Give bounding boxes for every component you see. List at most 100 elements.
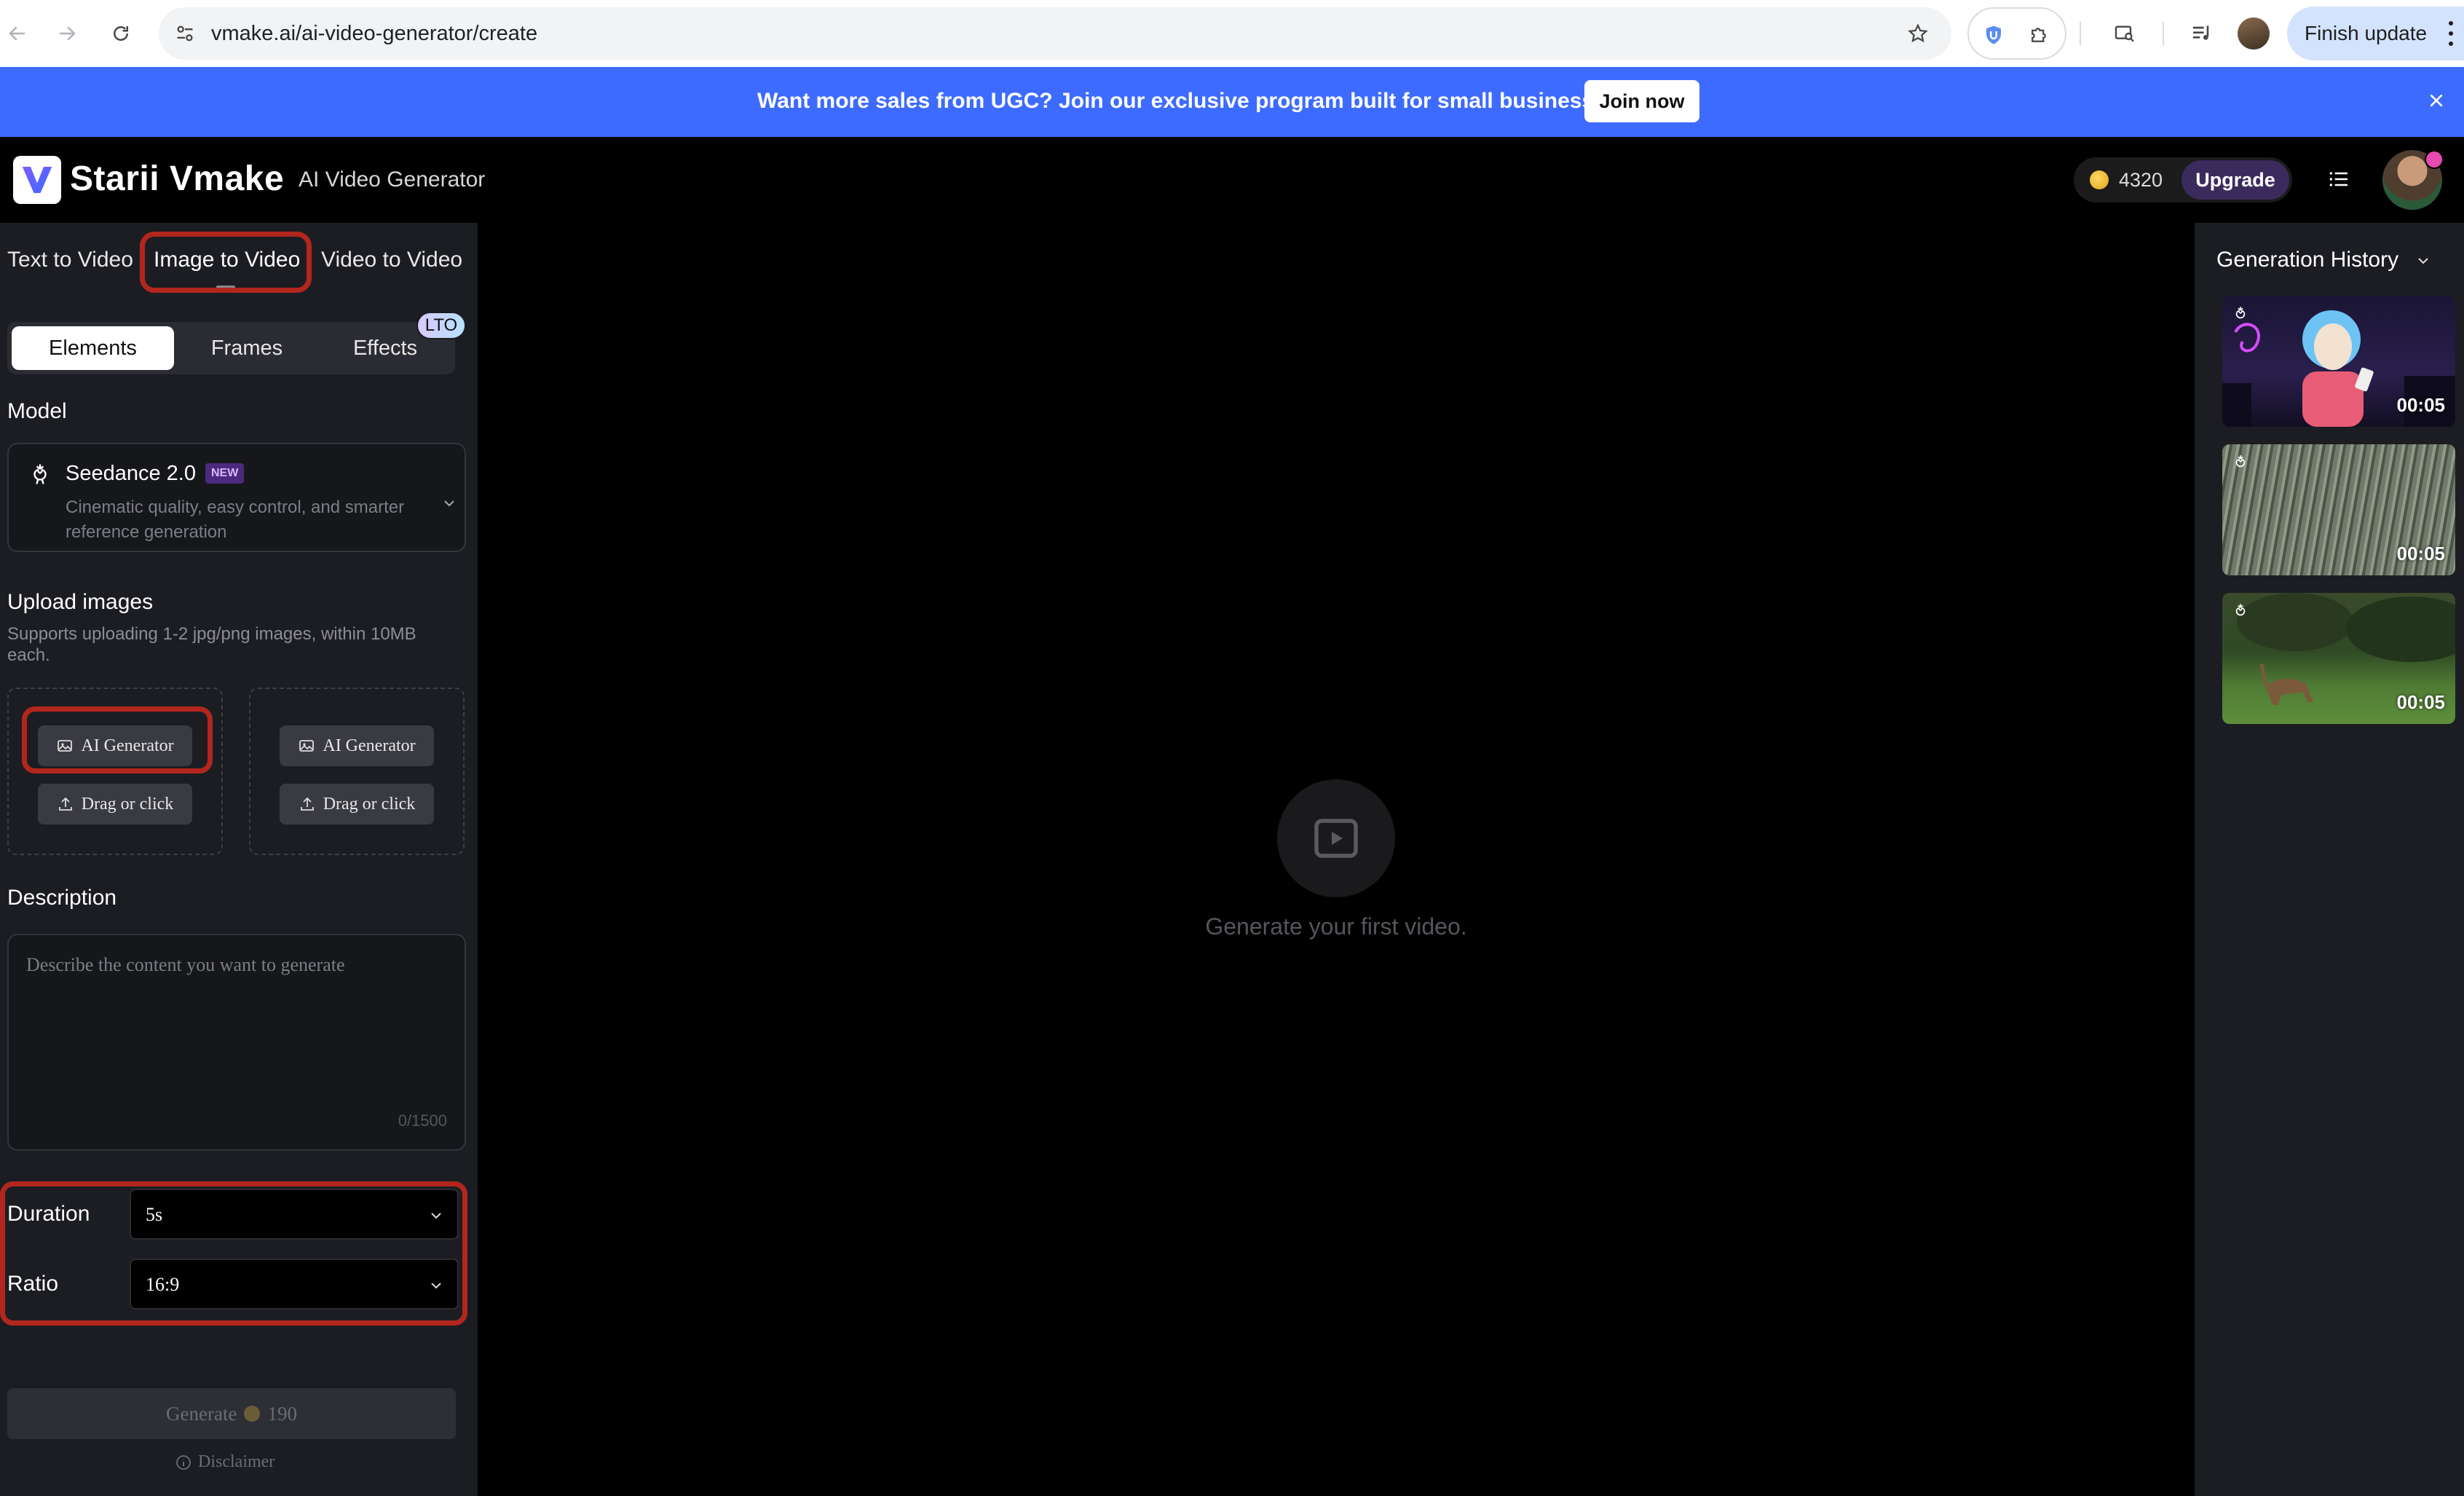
puzzle-extension-icon[interactable] bbox=[2024, 20, 2053, 50]
model-label: Model bbox=[7, 399, 67, 423]
promo-banner: Want more sales from UGC? Join our exclu… bbox=[0, 67, 2464, 137]
tab-elements[interactable]: Elements bbox=[12, 326, 174, 370]
credits-widget[interactable]: 4320 Upgrade bbox=[2074, 157, 2292, 202]
video-placeholder bbox=[1277, 779, 1395, 897]
join-now-button[interactable]: Join now bbox=[1584, 80, 1699, 122]
finish-update-button[interactable]: Finish update bbox=[2287, 7, 2464, 60]
brand-name[interactable]: Starii Vmake bbox=[70, 159, 284, 199]
generate-button[interactable]: Generate 190 bbox=[7, 1388, 456, 1439]
info-icon bbox=[176, 1454, 191, 1470]
promo-text: Want more sales from UGC? Join our exclu… bbox=[757, 89, 1619, 113]
upload-icon bbox=[300, 797, 314, 811]
ai-generator-button[interactable]: AI Generator bbox=[38, 725, 192, 766]
ai-generator-label: AI Generator bbox=[323, 736, 416, 755]
video-duration: 00:05 bbox=[2396, 394, 2446, 416]
duration-value: 5s bbox=[146, 1204, 163, 1225]
model-selector[interactable]: Seedance 2.0 NEW Cinematic quality, easy… bbox=[7, 443, 466, 552]
drag-or-click-label: Drag or click bbox=[81, 794, 174, 814]
finish-update-label: Finish update bbox=[2305, 22, 2428, 44]
tab-text-to-video[interactable]: Text to Video bbox=[7, 248, 133, 272]
app-header: Starii Vmake AI Video Generator 4320 Upg… bbox=[0, 137, 2464, 223]
tab-frames[interactable]: Frames bbox=[178, 326, 315, 370]
lto-badge: LTO bbox=[416, 312, 466, 339]
coin-icon bbox=[2090, 170, 2109, 189]
back-icon[interactable] bbox=[0, 16, 35, 51]
generate-label: Generate bbox=[166, 1402, 237, 1425]
description-input[interactable] bbox=[26, 954, 449, 1114]
character-count: 0/1500 bbox=[398, 1111, 447, 1130]
bookmark-star-icon[interactable] bbox=[1903, 19, 1932, 48]
coin-icon bbox=[244, 1406, 261, 1422]
chevron-down-icon[interactable] bbox=[438, 492, 460, 514]
browser-toolbar: vmake.ai/ai-video-generator/create Finis… bbox=[0, 0, 2464, 67]
model-description: Cinematic quality, easy control, and sma… bbox=[66, 497, 405, 542]
chevron-down-icon bbox=[425, 1275, 447, 1296]
seedance-logo-icon bbox=[2230, 600, 2251, 622]
chevron-down-icon[interactable] bbox=[2413, 251, 2433, 271]
profile-avatar[interactable] bbox=[2238, 17, 2270, 50]
chevron-down-icon bbox=[425, 1205, 447, 1227]
product-name: AI Video Generator bbox=[299, 168, 486, 192]
reload-icon[interactable] bbox=[103, 16, 138, 51]
vmake-logo-icon[interactable] bbox=[13, 156, 61, 204]
seedance-logo-icon bbox=[2230, 303, 2251, 325]
list-menu-icon[interactable] bbox=[2323, 163, 2355, 195]
ai-generator-button[interactable]: AI Generator bbox=[280, 725, 434, 766]
ratio-select[interactable]: 16:9 bbox=[130, 1259, 459, 1310]
history-title[interactable]: Generation History bbox=[2216, 248, 2398, 272]
upload-icon bbox=[58, 797, 72, 811]
history-thumbnail[interactable]: 00:05 bbox=[2222, 593, 2455, 724]
drag-or-click-button[interactable]: Drag or click bbox=[38, 784, 192, 824]
drag-or-click-label: Drag or click bbox=[323, 794, 416, 814]
video-duration: 00:05 bbox=[2396, 543, 2446, 564]
settings-panel: Text to Video Image to Video Video to Vi… bbox=[0, 223, 478, 1496]
duration-select[interactable]: 5s bbox=[130, 1189, 459, 1240]
upload-slot-1[interactable]: AI Generator Drag or click bbox=[7, 688, 223, 855]
generate-cost: 190 bbox=[267, 1402, 297, 1425]
tab-search-icon[interactable] bbox=[2109, 17, 2141, 50]
seedance-logo-icon bbox=[2230, 452, 2251, 473]
media-control-icon[interactable] bbox=[2186, 17, 2218, 50]
close-icon[interactable] bbox=[2422, 86, 2451, 115]
description-label: Description bbox=[7, 886, 117, 910]
credit-balance: 4320 bbox=[2119, 169, 2163, 191]
upload-hint: Supports uploading 1-2 jpg/png images, w… bbox=[7, 624, 416, 665]
image-icon bbox=[299, 740, 315, 752]
upload-slot-2[interactable]: AI Generator Drag or click bbox=[249, 688, 465, 855]
new-badge: NEW bbox=[205, 463, 245, 484]
site-settings-icon[interactable] bbox=[172, 20, 198, 47]
tab-image-to-video[interactable]: Image to Video bbox=[154, 248, 300, 272]
seedance-logo-icon bbox=[25, 459, 55, 489]
upload-images-label: Upload images bbox=[7, 590, 154, 614]
disclaimer-link[interactable]: Disclaimer bbox=[175, 1452, 275, 1472]
forward-icon[interactable] bbox=[50, 16, 84, 51]
model-name: Seedance 2.0 bbox=[66, 462, 196, 485]
play-video-icon bbox=[1314, 819, 1358, 858]
drag-or-click-button[interactable]: Drag or click bbox=[280, 784, 434, 824]
shield-extension-icon[interactable] bbox=[1979, 20, 2008, 50]
address-bar[interactable]: vmake.ai/ai-video-generator/create bbox=[159, 7, 1951, 60]
video-preview-area: Generate your first video. bbox=[478, 223, 2195, 1496]
image-icon bbox=[58, 740, 73, 752]
empty-state-text: Generate your first video. bbox=[1205, 913, 1467, 940]
duration-label: Duration bbox=[7, 1202, 90, 1226]
more-vert-icon bbox=[2448, 21, 2454, 46]
tab-video-to-video[interactable]: Video to Video bbox=[321, 248, 462, 272]
extensions-group bbox=[1967, 7, 2066, 60]
generation-history-panel: Generation History 00:05 00:05 00:05 bbox=[2195, 223, 2464, 1496]
history-thumbnail[interactable]: 00:05 bbox=[2222, 296, 2455, 427]
sub-tab-bar: Elements Frames Effects bbox=[7, 322, 455, 374]
member-badge-icon bbox=[2425, 150, 2444, 169]
description-box: 0/1500 bbox=[7, 934, 466, 1151]
active-tab-indicator bbox=[216, 286, 235, 288]
ratio-value: 16:9 bbox=[146, 1274, 180, 1295]
toolbar-divider bbox=[2080, 22, 2081, 45]
disclaimer-label: Disclaimer bbox=[198, 1452, 275, 1471]
toolbar-divider bbox=[2163, 22, 2164, 45]
history-thumbnail[interactable]: 00:05 bbox=[2222, 444, 2455, 575]
ratio-label: Ratio bbox=[7, 1272, 59, 1296]
ai-generator-label: AI Generator bbox=[81, 736, 174, 755]
url-text[interactable]: vmake.ai/ai-video-generator/create bbox=[211, 22, 537, 45]
video-duration: 00:05 bbox=[2396, 691, 2446, 713]
upgrade-button[interactable]: Upgrade bbox=[2181, 160, 2289, 200]
